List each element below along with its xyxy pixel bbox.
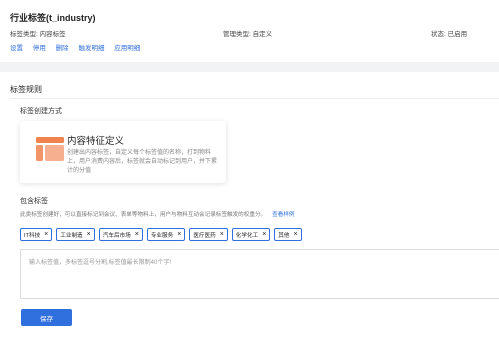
close-icon[interactable]: ×: [293, 231, 297, 238]
create-method-title: 标签创建方式: [20, 108, 62, 115]
tag-chip: 医疗医药 ×: [189, 228, 228, 241]
tag-label: 专业服务: [150, 232, 174, 239]
input-placeholder: 输入标签值，多标签逗号分割,标签值最长限制40个字!: [29, 260, 172, 266]
close-icon[interactable]: ×: [87, 231, 91, 238]
hint-body: 此类标签创建好，可以直接标记到会议、表单等物料上，用户与物料互动会记录标签触发的…: [20, 212, 267, 218]
tag-label: 医疗医药: [193, 232, 216, 239]
section-title: 标签规则: [10, 85, 42, 94]
disable-link[interactable]: 停用: [33, 45, 46, 52]
hint-text: 此类标签创建好，可以直接标记到会议、表单等物料上，用户与物料互动会记录标签触发的…: [20, 210, 295, 218]
rules-panel: 标签规则 标签创建方式 内容特征定义 创建出内容标签，自定义每个标签值的名称，打…: [0, 72, 499, 341]
card-description: 创建出内容标签，自定义每个标签值的名称，打到物料上，用户消费内容后，标签就会自动…: [67, 150, 218, 174]
divider: [10, 98, 499, 99]
delete-link[interactable]: 删除: [56, 45, 69, 52]
include-tags-title: 包含标签: [20, 198, 48, 205]
status-text: 状态: 已启用: [431, 31, 468, 38]
save-button[interactable]: 保存: [21, 309, 72, 326]
settings-link[interactable]: 设置: [10, 45, 23, 52]
close-icon[interactable]: ×: [220, 231, 224, 238]
tag-label: 工业制造: [60, 232, 83, 239]
close-icon[interactable]: ×: [135, 231, 139, 238]
tag-chip: 专业服务 ×: [146, 228, 186, 241]
card-title: 内容特征定义: [67, 136, 125, 147]
page-title: 行业标签(t_industry): [10, 13, 96, 23]
header-panel: 行业标签(t_industry) 标签类型: 内容标签 管理类型: 自定义 状态…: [0, 0, 499, 62]
tag-label: 汽车后市场: [102, 232, 131, 239]
tag-label: 化学化工: [235, 232, 259, 239]
tag-label: 其他: [278, 232, 290, 239]
tag-label: IT科技: [24, 232, 41, 239]
tag-chip: 汽车后市场 ×: [98, 228, 143, 241]
layout-icon: [36, 137, 64, 161]
view-example-link[interactable]: 查看样例: [272, 212, 294, 218]
action-links: 设置 停用 删除 触发明细 应用明细: [10, 42, 148, 52]
tag-chip: IT科技 ×: [20, 228, 53, 241]
tag-chip: 工业制造 ×: [56, 228, 95, 241]
manage-type: 管理类型: 自定义: [223, 31, 273, 38]
tag-list: IT科技 × 工业制造 × 汽车后市场 × 专业服务 × 医疗医药 × 化学化工 × 其他 ×: [20, 228, 302, 241]
close-icon[interactable]: ×: [262, 231, 266, 238]
tag-value-input[interactable]: 输入标签值，多标签逗号分割,标签值最长限制40个字!: [20, 249, 499, 299]
tag-chip: 其他 ×: [274, 228, 302, 241]
apply-detail-link[interactable]: 应用明细: [114, 45, 140, 52]
close-icon[interactable]: ×: [44, 231, 48, 238]
trigger-detail-link[interactable]: 触发明细: [78, 45, 104, 52]
tag-chip: 化学化工 ×: [231, 228, 271, 241]
content-feature-card[interactable]: 内容特征定义 创建出内容标签，自定义每个标签值的名称，打到物料上，用户消费内容后…: [20, 121, 226, 183]
close-icon[interactable]: ×: [177, 231, 181, 238]
tag-type: 标签类型: 内容标签: [10, 31, 66, 38]
